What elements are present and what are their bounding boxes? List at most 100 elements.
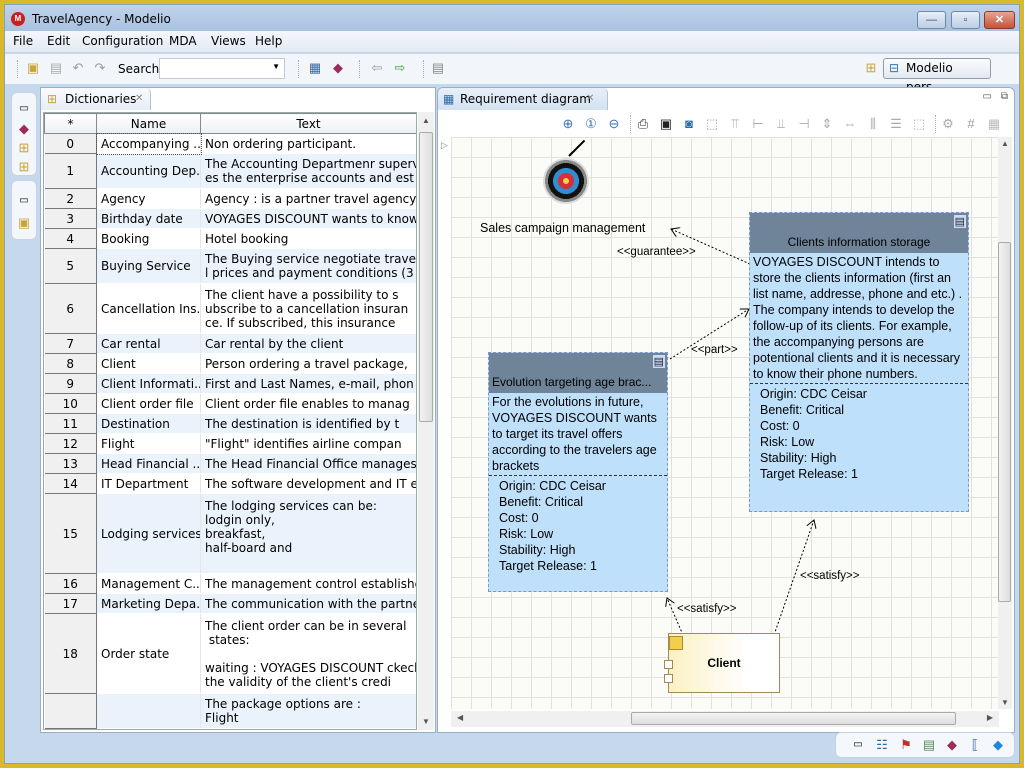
navigate-back-icon[interactable]: ⇦ (369, 60, 385, 76)
tree-icon[interactable]: ⊞ (16, 140, 32, 156)
row-index[interactable]: 12 (44, 433, 97, 454)
row-index[interactable]: 1 (44, 153, 97, 189)
minimize-button[interactable]: — (917, 11, 946, 29)
row-text[interactable]: The package options are : Flight (200, 693, 416, 729)
row-name[interactable]: Marketing Depa... (96, 593, 201, 614)
menu-views[interactable]: Views (211, 34, 246, 48)
table-row[interactable]: 1 Accounting Dep... The Accounting Departm… (44, 153, 416, 189)
diagram-canvas[interactable]: Sales campaign management <<guarantee>> … (451, 137, 999, 709)
audit-icon[interactable]: ⚑ (898, 737, 914, 753)
row-text[interactable]: Car rental by the client (200, 333, 416, 354)
diagram-horizontal-scrollbar[interactable]: ◀ ▶ (451, 711, 999, 727)
properties-icon[interactable]: ▤ (921, 737, 937, 753)
scroll-right-icon[interactable]: ▶ (987, 713, 993, 722)
maximize-button[interactable]: ▫ (951, 11, 980, 29)
table-row[interactable]: The package options are : Flight (44, 693, 416, 729)
scroll-down-icon[interactable]: ▼ (422, 717, 430, 726)
row-index[interactable]: 9 (44, 373, 97, 394)
zoom-reset-icon[interactable]: ① (583, 116, 599, 132)
open-perspective-icon[interactable]: ⊞ (863, 60, 879, 76)
table-row[interactable]: 8 Client Person ordering a travel package, (44, 353, 416, 374)
perspective-button[interactable]: ⊟ Modelio pers... (883, 58, 991, 94)
maximize-view-icon[interactable]: ⧉ (1001, 91, 1008, 102)
row-index[interactable]: 16 (44, 573, 97, 594)
document-icon[interactable]: ▤ (430, 60, 446, 76)
row-text[interactable]: The lodging services can be: lodgin only… (200, 493, 416, 574)
row-text[interactable]: The software development and IT ex (200, 473, 416, 494)
navigate-forward-icon[interactable]: ⇨ (392, 60, 408, 76)
align-right-icon[interactable]: ⊣ (796, 116, 812, 132)
row-name[interactable]: Accompanying ... (95, 132, 202, 155)
table-row[interactable]: 11 Destination The destination is identifi… (44, 413, 416, 434)
save-icon[interactable]: ▤ (48, 60, 64, 76)
table-row[interactable]: 6 Cancellation Ins... The client have a po… (44, 283, 416, 334)
row-text[interactable]: The client order can be in several state… (200, 613, 416, 694)
row-index[interactable]: 13 (44, 453, 97, 474)
menu-configuration[interactable]: Configuration (82, 34, 163, 48)
scroll-down-icon[interactable]: ▼ (1001, 698, 1009, 707)
table-row[interactable]: 12 Flight "Flight" identifies airline comp… (44, 433, 416, 454)
row-name[interactable]: Booking (96, 228, 201, 249)
row-text[interactable]: Non ordering participant. (200, 133, 416, 154)
row-index[interactable]: 11 (44, 413, 97, 434)
row-text[interactable]: The management control establishes (200, 573, 416, 594)
row-index[interactable]: 0 (44, 133, 97, 154)
table-row[interactable]: 13 Head Financial ... The Head Financial O… (44, 453, 416, 474)
row-index[interactable]: 2 (44, 188, 97, 209)
align-left-icon[interactable]: ⊢ (750, 116, 766, 132)
row-index[interactable]: 5 (44, 248, 97, 284)
snapshot-icon[interactable]: ◙ (681, 116, 697, 132)
diagram-icon[interactable]: ▦ (307, 60, 323, 76)
tree-icon[interactable]: ⊞ (16, 159, 32, 175)
row-name[interactable] (96, 693, 201, 729)
redo-icon[interactable]: ↷ (92, 60, 108, 76)
goal-label[interactable]: Sales campaign management (480, 221, 645, 235)
row-text[interactable]: Agency : is a partner travel agency (200, 188, 416, 209)
row-name[interactable]: Client (96, 353, 201, 374)
close-tab-icon[interactable]: ✕ (135, 88, 143, 110)
notes-icon[interactable]: ▣ (16, 215, 32, 231)
grid-icon[interactable]: # (963, 116, 979, 132)
row-name[interactable]: Agency (96, 188, 201, 209)
row-name[interactable]: Client order file (96, 393, 201, 414)
requirement-evolution-targeting[interactable]: ▤ Evolution targeting age brac... For th… (488, 352, 668, 592)
row-text[interactable]: Person ordering a travel package, (200, 353, 416, 374)
table-row[interactable]: 15 Lodging services The lodging services c… (44, 493, 416, 574)
search-input[interactable]: ▼ (159, 58, 285, 79)
row-text[interactable]: "Flight" identifies airline compan (200, 433, 416, 454)
column-header-text[interactable]: Text (200, 113, 416, 134)
row-text[interactable]: First and Last Names, e-mail, phon (200, 373, 416, 394)
symbol-icon[interactable]: ◆ (990, 737, 1006, 753)
row-index[interactable]: 10 (44, 393, 97, 414)
align-top-icon[interactable]: ⫪ (727, 116, 743, 132)
row-name[interactable]: Management C... (96, 573, 201, 594)
table-vertical-scrollbar[interactable]: ▲ ▼ (418, 112, 434, 730)
save-diagram-icon[interactable]: ▣ (658, 116, 674, 132)
row-name[interactable]: Birthday date (96, 208, 201, 229)
table-row[interactable]: 4 Booking Hotel booking (44, 228, 416, 249)
table-row[interactable]: 14 IT Department The software development … (44, 473, 416, 494)
row-text[interactable]: The client have a possibility to s ubscr… (200, 283, 416, 334)
align-bottom-icon[interactable]: ⫫ (773, 116, 789, 132)
print-icon[interactable]: ⎙ (635, 116, 651, 132)
menu-edit[interactable]: Edit (47, 34, 70, 48)
row-index[interactable]: 14 (44, 473, 97, 494)
row-text[interactable]: Client order file enables to manag (200, 393, 416, 414)
snap-icon[interactable]: ▦ (986, 116, 1002, 132)
restore-icon[interactable]: ▭ (850, 737, 866, 753)
row-name[interactable]: Accounting Dep... (96, 153, 201, 189)
table-row[interactable]: 3 Birthday date VOYAGES DISCOUNT wants to … (44, 208, 416, 229)
column-header-index[interactable]: * (44, 113, 97, 134)
script-icon[interactable]: ⟦ (967, 737, 983, 753)
table-row[interactable]: 17 Marketing Depa... The communication wit… (44, 593, 416, 614)
model-cube-icon[interactable]: ◆ (330, 60, 346, 76)
select-area-icon[interactable]: ⬚ (704, 116, 720, 132)
table-row[interactable]: 7 Car rental Car rental by the client (44, 333, 416, 354)
table-row[interactable]: 9 Client Informati... First and Last Names… (44, 373, 416, 394)
row-text[interactable]: Hotel booking (200, 228, 416, 249)
row-index[interactable]: 3 (44, 208, 97, 229)
menu-mda[interactable]: MDA (169, 34, 197, 48)
row-name[interactable]: Car rental (96, 333, 201, 354)
undo-icon[interactable]: ↶ (70, 60, 86, 76)
row-name[interactable]: IT Department (96, 473, 201, 494)
